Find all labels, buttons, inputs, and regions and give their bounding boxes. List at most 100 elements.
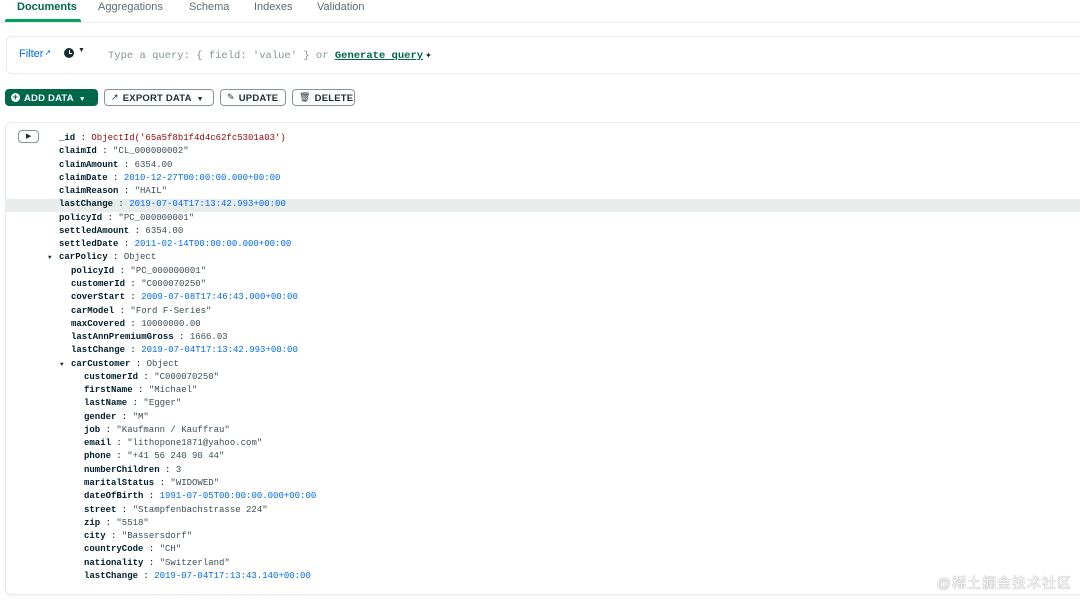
field-row-claimReason[interactable]: claimReason : "HAIL" — [59, 185, 167, 198]
field-row-settledDate[interactable]: settledDate : 2011-02-14T00:00:00.000+00… — [59, 238, 291, 251]
delete-button[interactable]: 🗑 DELETE — [292, 89, 355, 106]
export-data-label: EXPORT DATA — [122, 93, 192, 105]
field-key: carPolicy — [59, 252, 108, 262]
field-value: 1666.03 — [189, 332, 228, 342]
field-row-carCustomer-zip[interactable]: zip : "5518" — [84, 517, 149, 530]
field-value: "CH" — [159, 544, 182, 554]
tab-schema[interactable]: Schema — [189, 0, 229, 22]
field-row-settledAmount[interactable]: settledAmount : 6354.00 — [59, 225, 183, 238]
field-row-carCustomer-countryCode[interactable]: countryCode : "CH" — [84, 543, 181, 556]
field-separator: : — [113, 199, 130, 209]
field-key: lastChange — [71, 345, 126, 355]
field-row-carPolicy-lastChange[interactable]: lastChange : 2019-07-04T17:13:42.993+00:… — [71, 344, 298, 357]
field-row-carCustomer-customerId[interactable]: customerId : "C000070250" — [84, 371, 219, 384]
field-value: 3 — [175, 465, 182, 475]
field-row-claimDate[interactable]: claimDate : 2010-12-27T00:00:00.000+00:0… — [59, 172, 280, 185]
field-row-carCustomer-gender[interactable]: gender : "M" — [84, 411, 149, 424]
field-separator: : — [116, 412, 133, 422]
field-key: carCustomer — [71, 359, 131, 369]
expand-caret-icon[interactable]: ▼ — [60, 358, 64, 371]
field-row-carCustomer-email[interactable]: email : "lithopone1871@yahoo.com" — [84, 437, 262, 450]
expand-caret-icon[interactable]: ▼ — [48, 251, 52, 264]
field-separator: : — [138, 372, 155, 382]
field-value: "Stampfenbachstrasse 224" — [132, 505, 268, 515]
field-value: 2011-02-14T00:00:00.000+00:00 — [134, 239, 292, 249]
field-key: coverStart — [71, 292, 126, 302]
field-key: lastChange — [84, 571, 139, 581]
field-key: claimDate — [59, 173, 108, 183]
field-row-carCustomer[interactable]: ▼ carCustomer : Object — [60, 358, 180, 371]
field-key: settledDate — [59, 239, 119, 249]
field-row-carPolicy-customerId[interactable]: customerId : "C000070250" — [71, 278, 206, 291]
field-key: city — [84, 531, 106, 541]
field-row-carCustomer-city[interactable]: city : "Bassersdorf" — [84, 530, 192, 543]
field-key: street — [84, 505, 117, 515]
tab-aggregations[interactable]: Aggregations — [98, 0, 163, 22]
update-button[interactable]: ✎ UPDATE — [220, 89, 286, 106]
add-data-button[interactable]: + ADD DATA ▼ — [5, 89, 98, 106]
watermark: @稀土掘金技术社区 — [936, 575, 1072, 591]
expand-document-button[interactable]: ▶ — [18, 130, 39, 143]
field-separator: : — [138, 571, 155, 581]
field-value: 2019-07-04T17:13:42.993+00:00 — [129, 199, 286, 209]
query-placeholder: Type a query: { field: 'value' } or — [108, 50, 335, 62]
field-row-policyId[interactable]: policyId : "PC_000000001" — [59, 212, 194, 225]
field-key: phone — [84, 451, 112, 461]
field-row-carCustomer-dateOfBirth[interactable]: dateOfBirth : 1991-07-05T00:00:00.000+00… — [84, 490, 316, 503]
field-value: "C000070250" — [141, 279, 207, 289]
query-bar: Filter↗ ▼ Type a query: { field: 'value'… — [6, 36, 1080, 74]
field-row-carCustomer-street[interactable]: street : "Stampfenbachstrasse 224" — [84, 504, 268, 517]
filter-link[interactable]: Filter↗ — [19, 48, 51, 60]
clock-icon — [64, 48, 74, 58]
field-separator: : — [107, 252, 124, 262]
field-row-carPolicy-carModel[interactable]: carModel : "Ford F-Series" — [71, 305, 211, 318]
field-row-carPolicy-maxCovered[interactable]: maxCovered : 10000000.00 — [71, 318, 201, 331]
chevron-right-icon: ▶ — [26, 133, 32, 140]
field-row-carCustomer-lastName[interactable]: lastName : "Egger" — [84, 397, 181, 410]
field-row-carPolicy-policyId[interactable]: policyId : "PC_000000001" — [71, 265, 206, 278]
field-separator: : — [125, 292, 142, 302]
field-row-carCustomer-nationality[interactable]: nationality : "Switzerland" — [84, 557, 230, 570]
field-value: 2019-07-04T17:13:42.993+00:00 — [141, 345, 298, 355]
field-separator: : — [114, 266, 131, 276]
field-value: Object — [123, 252, 157, 262]
tab-validation[interactable]: Validation — [317, 0, 365, 22]
field-row-carCustomer-maritalStatus[interactable]: maritalStatus : "WIDOWED" — [84, 477, 219, 490]
field-value: Object — [146, 359, 180, 369]
field-separator: : — [75, 133, 92, 143]
field-key: lastAnnPremiumGross — [71, 332, 174, 342]
field-key: maxCovered — [71, 319, 126, 329]
field-value: 2019-07-04T17:13:43.140+00:00 — [154, 571, 311, 581]
field-value: "C000070250" — [154, 372, 220, 382]
field-key: customerId — [71, 279, 126, 289]
field-separator: : — [159, 465, 176, 475]
field-value: "PC_000000001" — [118, 213, 195, 223]
field-row-carPolicy[interactable]: ▼ carPolicy : Object — [48, 251, 157, 264]
field-key: dateOfBirth — [84, 491, 144, 501]
field-row-_id[interactable]: _id : ObjectId('65a5f8b1f4d4c62fc5301a03… — [59, 132, 286, 145]
field-key: lastName — [84, 398, 128, 408]
field-separator: : — [100, 518, 117, 528]
field-row-lastChange[interactable]: lastChange : 2019-07-04T17:13:42.993+00:… — [59, 198, 286, 211]
field-separator: : — [143, 491, 160, 501]
tab-indexes[interactable]: Indexes — [254, 0, 293, 22]
field-key: firstName — [84, 385, 133, 395]
field-row-carPolicy-coverStart[interactable]: coverStart : 2009-07-08T17:46:43.000+00:… — [71, 291, 298, 304]
field-row-carCustomer-phone[interactable]: phone : "+41 56 240 90 44" — [84, 450, 224, 463]
export-data-button[interactable]: ↗ EXPORT DATA ▼ — [104, 89, 214, 106]
query-input[interactable]: Type a query: { field: 'value' } or Gene… — [108, 48, 432, 62]
field-row-carCustomer-numberChildren[interactable]: numberChildren : 3 — [84, 464, 181, 477]
field-key: claimAmount — [59, 160, 119, 170]
field-key: numberChildren — [84, 465, 160, 475]
field-row-carCustomer-job[interactable]: job : "Kaufmann / Kauffrau" — [84, 424, 230, 437]
field-row-carCustomer-firstName[interactable]: firstName : "Michael" — [84, 384, 197, 397]
field-row-claimAmount[interactable]: claimAmount : 6354.00 — [59, 159, 172, 172]
field-key: email — [84, 438, 112, 448]
field-key: zip — [84, 518, 101, 528]
query-history-button[interactable]: ▼ — [64, 46, 90, 62]
field-row-carCustomer-lastChange[interactable]: lastChange : 2019-07-04T17:13:43.140+00:… — [84, 570, 311, 583]
generate-query-link[interactable]: Generate query — [335, 50, 423, 62]
field-value: "CL_000000002" — [113, 146, 189, 156]
field-row-claimId[interactable]: claimId : "CL_000000002" — [59, 145, 189, 158]
field-row-carPolicy-lastAnnPremiumGross[interactable]: lastAnnPremiumGross : 1666.03 — [71, 331, 228, 344]
